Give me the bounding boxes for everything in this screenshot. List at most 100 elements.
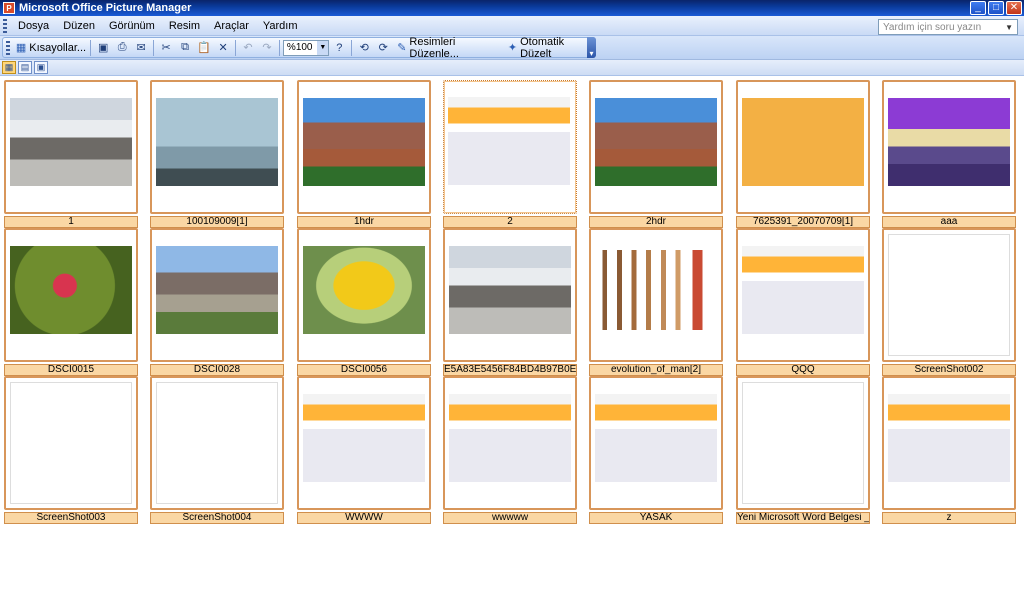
thumbnail-label[interactable]: 100109009[1]	[150, 216, 284, 228]
toolbar-options-icon[interactable]: ▾	[587, 37, 596, 58]
thumbnail-image[interactable]	[449, 246, 571, 334]
thumbnail-image[interactable]	[10, 98, 132, 186]
thumbnail-label[interactable]: z	[882, 512, 1016, 524]
delete-icon[interactable]: ✕	[214, 39, 232, 57]
thumbnail-image[interactable]	[742, 98, 864, 186]
undo-icon[interactable]: ↶	[239, 39, 257, 57]
thumbnail-item[interactable]: WWWW	[297, 376, 431, 524]
thumbnail-label[interactable]: QQQ	[736, 364, 870, 376]
thumbnail-label[interactable]: wwwww	[443, 512, 577, 524]
thumbnail-image[interactable]	[156, 246, 278, 334]
menu-resim[interactable]: Resim	[162, 20, 207, 32]
thumbnail-image[interactable]	[888, 394, 1010, 482]
thumbnail-image[interactable]	[10, 382, 132, 504]
thumbnail-frame[interactable]	[589, 80, 723, 214]
thumbnail-item[interactable]: z	[882, 376, 1016, 524]
thumbnail-item[interactable]: DSCI0015	[4, 228, 138, 376]
menu-yardim[interactable]: Yardım	[256, 20, 305, 32]
redo-icon[interactable]: ↷	[258, 39, 276, 57]
thumbnail-item[interactable]: 2hdr	[589, 80, 723, 228]
thumbnail-label[interactable]: WWWW	[297, 512, 431, 524]
auto-correct-button[interactable]: ✦ Otomatik Düzelt	[504, 36, 595, 60]
thumbnail-label[interactable]: ScreenShot002	[882, 364, 1016, 376]
thumbnail-frame[interactable]	[736, 80, 870, 214]
rotate-left-icon[interactable]: ⟲	[355, 39, 373, 57]
thumbnail-frame[interactable]	[736, 376, 870, 510]
print-icon[interactable]: ⎙	[113, 39, 131, 57]
maximize-button[interactable]: □	[988, 1, 1004, 15]
thumbnail-frame[interactable]	[150, 80, 284, 214]
thumbnail-label[interactable]: evolution_of_man[2]	[589, 364, 723, 376]
thumbnail-image[interactable]	[742, 246, 864, 334]
help-icon[interactable]: ?	[330, 39, 348, 57]
thumbnail-item[interactable]: ScreenShot003	[4, 376, 138, 524]
thumbnail-image[interactable]	[156, 98, 278, 186]
thumbnail-frame[interactable]	[443, 228, 577, 362]
thumbnail-image[interactable]	[449, 394, 571, 482]
thumbnail-frame[interactable]	[589, 228, 723, 362]
thumbnail-item[interactable]: ScreenShot004	[150, 376, 284, 524]
thumbnail-frame[interactable]	[297, 228, 431, 362]
thumbnail-item[interactable]: DSCI0056	[297, 228, 431, 376]
chevron-down-icon[interactable]: ▼	[317, 40, 329, 55]
thumbnail-label[interactable]: 7625391_20070709[1]	[736, 216, 870, 228]
thumbnail-frame[interactable]	[4, 376, 138, 510]
thumbnail-item[interactable]: E5A83E5456F84BD4B97B0E1FE...	[443, 228, 577, 376]
menu-grip-icon[interactable]	[3, 18, 7, 33]
single-picture-view-icon[interactable]: ▣	[34, 61, 48, 74]
thumbnail-item[interactable]: aaa	[882, 80, 1016, 228]
thumbnail-label[interactable]: 1	[4, 216, 138, 228]
thumbnail-item[interactable]: 100109009[1]	[150, 80, 284, 228]
zoom-select[interactable]: %100 ▼	[282, 39, 330, 56]
thumbnail-image[interactable]	[303, 246, 425, 334]
thumbnail-item[interactable]: Yeni Microsoft Word Belgesi _2_	[736, 376, 870, 524]
thumbnail-label[interactable]: E5A83E5456F84BD4B97B0E1FE...	[443, 364, 577, 376]
thumbnail-view-icon[interactable]: ▦	[2, 61, 16, 74]
thumbnail-frame[interactable]	[589, 376, 723, 510]
thumbnail-image[interactable]	[303, 394, 425, 482]
thumbnail-label[interactable]: aaa	[882, 216, 1016, 228]
minimize-button[interactable]: _	[970, 1, 986, 15]
shortcuts-button[interactable]: ▦ Kısayollar...	[15, 39, 88, 57]
thumbnail-item[interactable]: wwwww	[443, 376, 577, 524]
thumbnail-frame[interactable]	[4, 80, 138, 214]
thumbnail-item[interactable]: 1	[4, 80, 138, 228]
paste-icon[interactable]: 📋	[195, 39, 213, 57]
thumbnail-item[interactable]: ScreenShot002	[882, 228, 1016, 376]
picture-manager-icon[interactable]: P	[3, 2, 15, 14]
thumbnail-label[interactable]: DSCI0015	[4, 364, 138, 376]
thumbnail-frame[interactable]	[443, 376, 577, 510]
thumbnail-image[interactable]	[595, 98, 717, 186]
copy-icon[interactable]: ⧉	[176, 39, 194, 57]
chevron-down-icon[interactable]: ▼	[1005, 23, 1013, 32]
thumbnail-frame[interactable]	[4, 228, 138, 362]
thumbnail-frame[interactable]	[736, 228, 870, 362]
menu-duzen[interactable]: Düzen	[56, 20, 102, 32]
thumbnail-frame[interactable]	[297, 80, 431, 214]
thumbnail-label[interactable]: 2hdr	[589, 216, 723, 228]
help-search-input[interactable]: Yardım için soru yazın ▼	[878, 19, 1018, 35]
thumbnail-item[interactable]: YASAK	[589, 376, 723, 524]
thumbnail-item[interactable]: evolution_of_man[2]	[589, 228, 723, 376]
thumbnail-item[interactable]: DSCI0028	[150, 228, 284, 376]
edit-pictures-button[interactable]: ✎ Resimleri Düzenle...	[393, 36, 503, 60]
toolbar-grip-icon[interactable]	[6, 40, 10, 55]
save-icon[interactable]: ▣	[94, 39, 112, 57]
thumbnail-label[interactable]: 1hdr	[297, 216, 431, 228]
thumbnail-item[interactable]: 2	[443, 80, 577, 228]
thumbnail-frame[interactable]	[150, 228, 284, 362]
thumbnail-frame[interactable]	[443, 80, 577, 214]
cut-icon[interactable]: ✂	[157, 39, 175, 57]
thumbnail-image[interactable]	[742, 382, 864, 504]
thumbnail-image[interactable]	[888, 98, 1010, 186]
close-button[interactable]: ✕	[1006, 1, 1022, 15]
thumbnail-item[interactable]: 1hdr	[297, 80, 431, 228]
menu-dosya[interactable]: Dosya	[11, 20, 56, 32]
thumbnail-image[interactable]	[156, 382, 278, 504]
thumbnail-label[interactable]: ScreenShot004	[150, 512, 284, 524]
thumbnail-image[interactable]	[448, 97, 570, 185]
rotate-right-icon[interactable]: ⟳	[374, 39, 392, 57]
thumbnail-label[interactable]: YASAK	[589, 512, 723, 524]
thumbnail-label[interactable]: Yeni Microsoft Word Belgesi _2_	[736, 512, 870, 524]
thumbnail-frame[interactable]	[150, 376, 284, 510]
